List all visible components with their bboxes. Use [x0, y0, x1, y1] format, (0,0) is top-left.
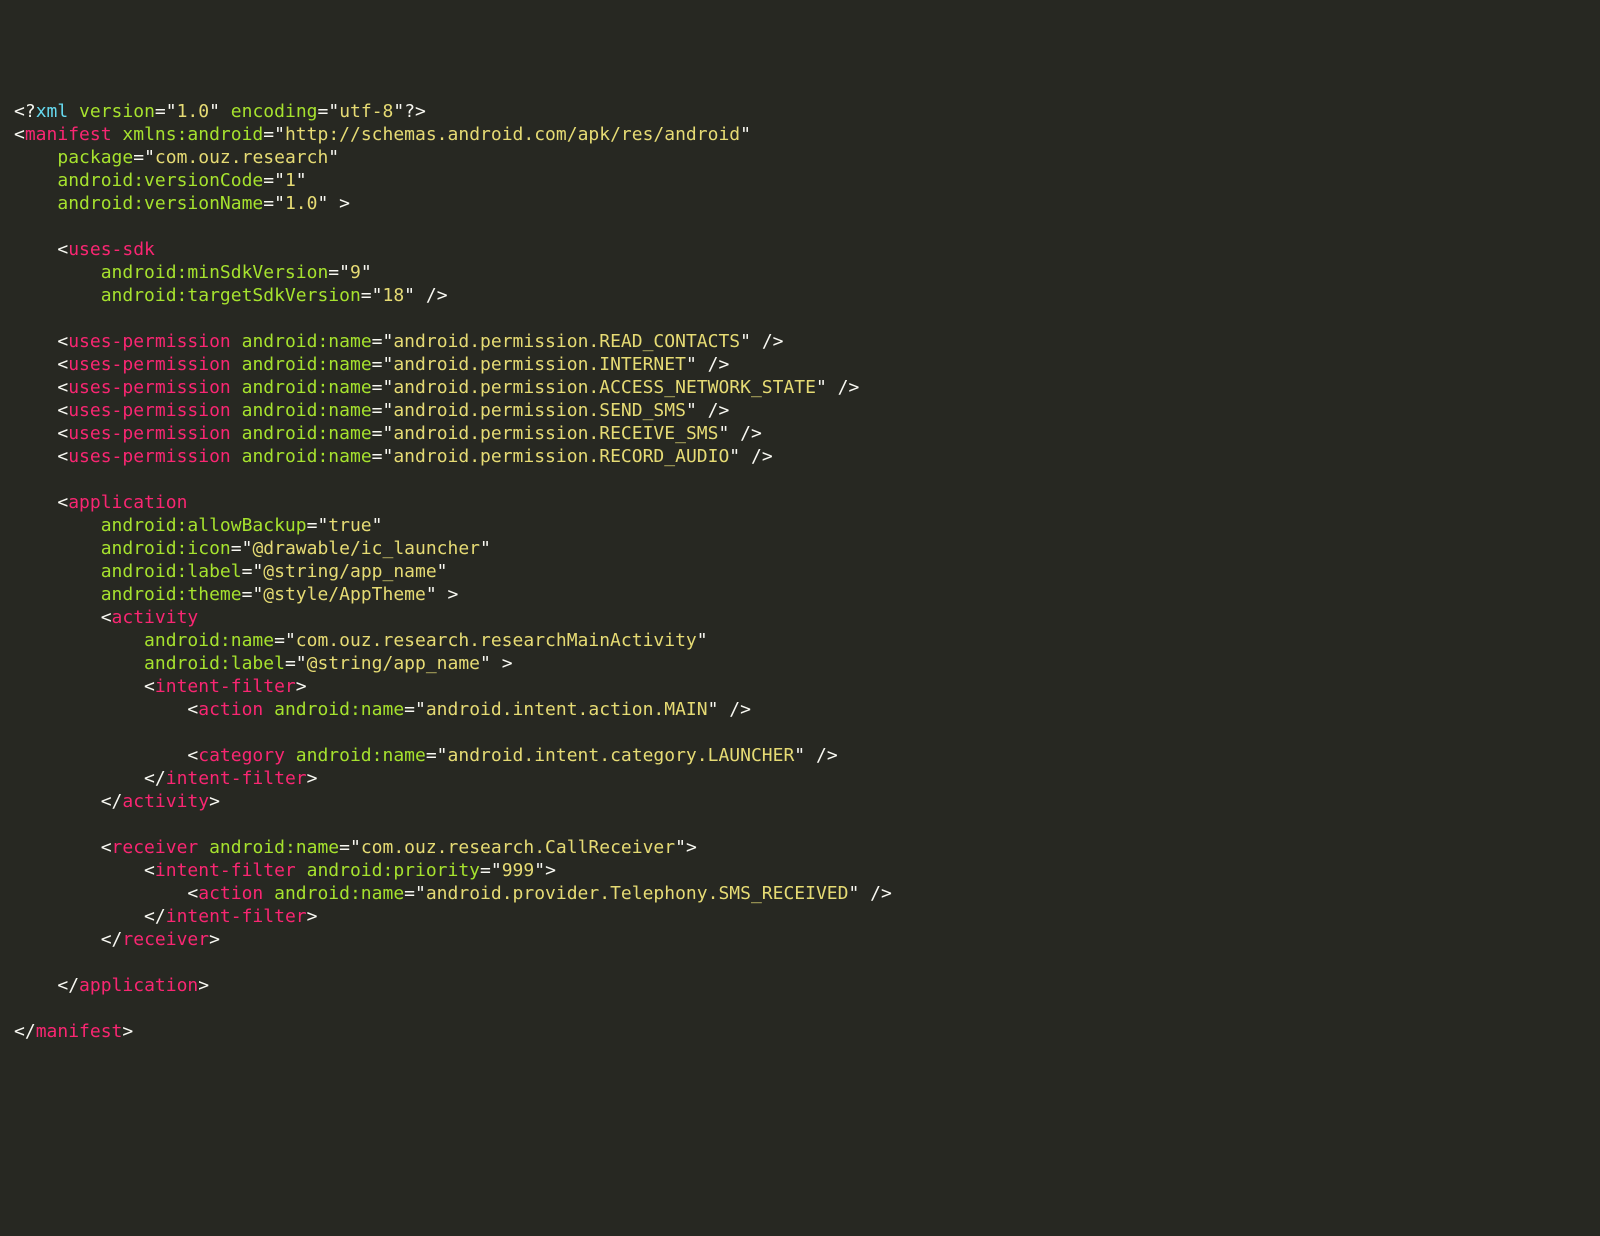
code-block: <?xml version="1.0" encoding="utf-8"?> <…	[14, 100, 1586, 1043]
